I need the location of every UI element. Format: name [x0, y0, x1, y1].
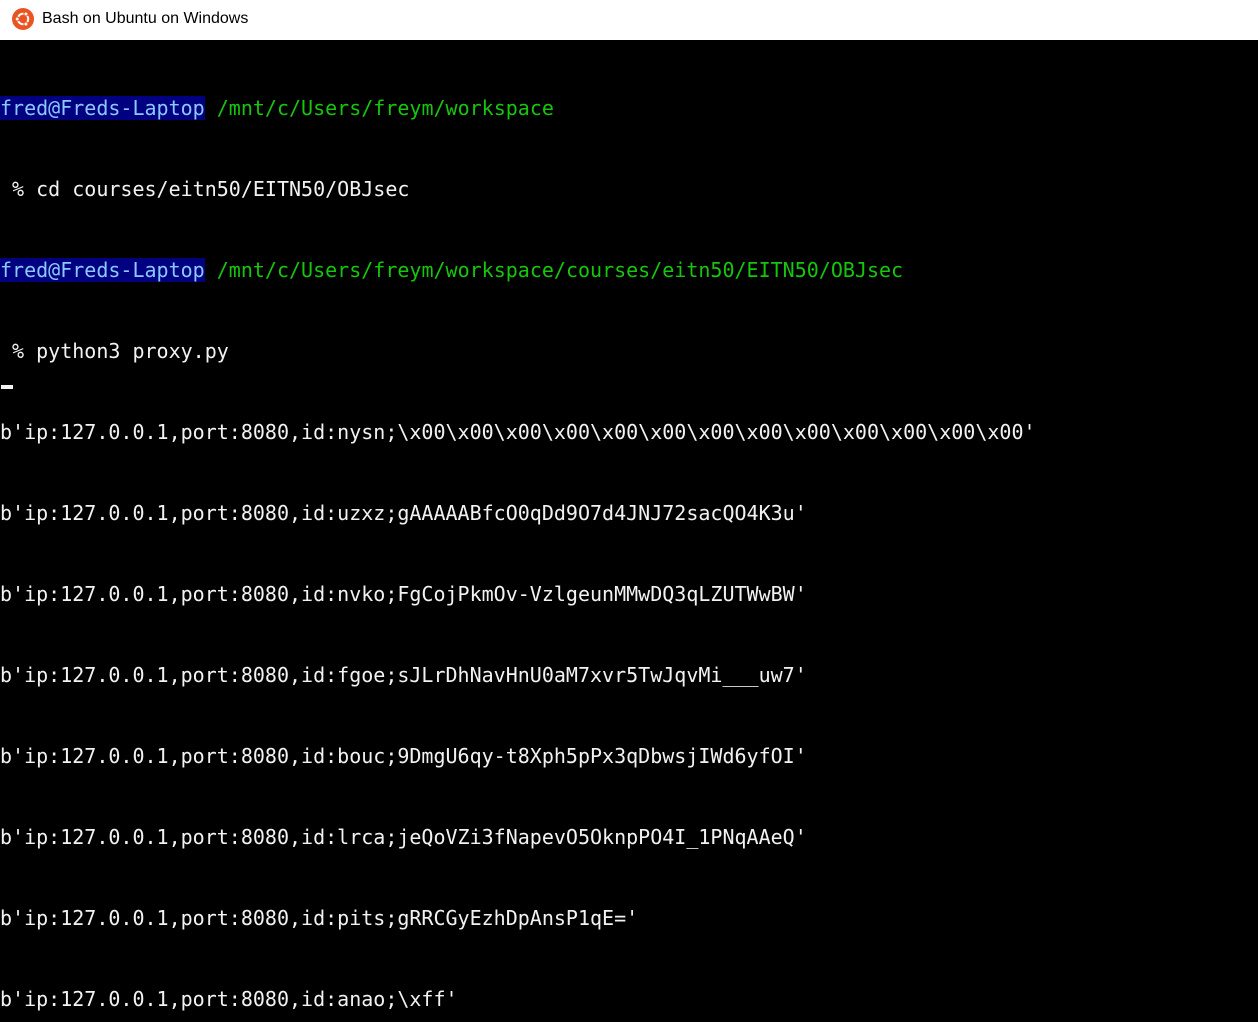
output-line: b'ip:127.0.0.1,port:8080,id:fgoe;sJLrDhN… — [0, 663, 807, 687]
output-line: b'ip:127.0.0.1,port:8080,id:bouc;9DmgU6q… — [0, 744, 807, 768]
ubuntu-logo-icon — [12, 8, 34, 30]
output-line: b'ip:127.0.0.1,port:8080,id:nvko;FgCojPk… — [0, 582, 807, 606]
output-line: b'ip:127.0.0.1,port:8080,id:pits;gRRCGyE… — [0, 906, 639, 930]
prompt-path: /mnt/c/Users/freym/workspace — [216, 96, 554, 120]
prompt-line: fred@Freds-Laptop /mnt/c/Users/freym/wor… — [0, 95, 1258, 122]
output-line: b'ip:127.0.0.1,port:8080,id:nysn;\x00\x0… — [0, 420, 1036, 444]
output-line: b'ip:127.0.0.1,port:8080,id:uzxz;gAAAAAB… — [0, 501, 807, 525]
window-title: Bash on Ubuntu on Windows — [42, 10, 249, 27]
command-line: % cd courses/eitn50/EITN50/OBJsec — [0, 177, 410, 201]
prompt-user: fred@Freds-Laptop — [0, 258, 205, 282]
output-line: b'ip:127.0.0.1,port:8080,id:lrca;jeQoVZi… — [0, 825, 807, 849]
terminal-area[interactable]: fred@Freds-Laptop /mnt/c/Users/freym/wor… — [0, 41, 1258, 1011]
prompt-line: fred@Freds-Laptop /mnt/c/Users/freym/wor… — [0, 257, 1258, 284]
prompt-user: fred@Freds-Laptop — [0, 96, 205, 120]
prompt-path: /mnt/c/Users/freym/workspace/courses/eit… — [216, 258, 904, 282]
command-line: % python3 proxy.py — [0, 339, 229, 363]
title-bar[interactable]: Bash on Ubuntu on Windows — [0, 0, 1258, 40]
output-line: b'ip:127.0.0.1,port:8080,id:anao;\xff' — [0, 987, 458, 1011]
text-cursor — [1, 385, 13, 389]
